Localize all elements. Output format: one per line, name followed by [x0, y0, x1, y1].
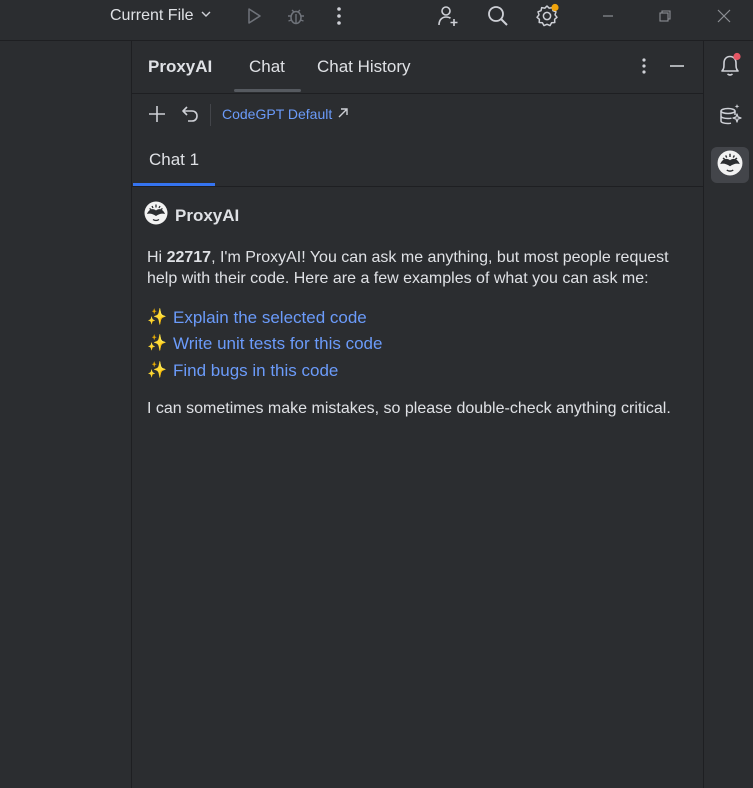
minimize-icon[interactable] [595, 3, 621, 29]
sparkles-icon: ✨ [147, 308, 167, 326]
plus-icon[interactable] [145, 102, 169, 126]
run-configuration-selector[interactable]: Current File [110, 5, 212, 27]
proxyai-icon [717, 150, 743, 181]
message-author: ProxyAI [175, 205, 240, 225]
notifications-icon [718, 52, 742, 83]
tool-window-header: ProxyAI Chat Chat History [132, 41, 703, 94]
message-header: ProxyAI [144, 201, 239, 230]
ai-assistant-button[interactable] [711, 98, 749, 134]
tool-window-title: ProxyAI [148, 57, 213, 76]
suggestion-label: Explain the selected code [173, 307, 367, 327]
message-body: Hi 22717, I'm ProxyAI! You can ask me an… [147, 247, 677, 419]
tab-chat[interactable]: Chat [249, 57, 285, 77]
proxyai-button[interactable] [711, 147, 749, 183]
greeting-rest: , I'm ProxyAI! You can ask me anything, … [147, 249, 669, 287]
suggestion-link[interactable]: ✨ Write unit tests for this code [147, 331, 677, 358]
chat-toolbar: CodeGPT Default [132, 94, 703, 136]
user-id: 22717 [166, 249, 212, 266]
chevron-down-icon [200, 7, 212, 25]
suggestion-link[interactable]: ✨ Explain the selected code [147, 304, 677, 331]
right-tool-strip [703, 41, 753, 788]
arrow-up-right-icon [337, 106, 349, 122]
proxyai-avatar-icon [144, 201, 168, 230]
toolbar-separator [210, 104, 211, 126]
title-bar: Current File [0, 0, 753, 41]
debug-icon[interactable] [283, 3, 309, 29]
proxyai-tool-window: ProxyAI Chat Chat History CodeGPT Defaul… [132, 41, 703, 788]
suggestion-list: ✨ Explain the selected code ✨ Write unit… [147, 304, 677, 384]
model-label: CodeGPT Default [222, 106, 333, 122]
search-icon[interactable] [485, 3, 511, 29]
sparkles-icon: ✨ [147, 361, 167, 379]
undo-icon[interactable] [178, 102, 202, 126]
sparkles-icon: ✨ [147, 335, 167, 353]
close-icon[interactable] [711, 3, 737, 29]
chat-session-tabs: Chat 1 [132, 136, 703, 187]
editor-area [0, 41, 132, 788]
more-vertical-icon[interactable] [326, 3, 352, 29]
ai-assistant-icon [718, 102, 742, 131]
suggestion-label: Find bugs in this code [173, 360, 339, 380]
tab-chat-underline [234, 89, 301, 92]
ide-window: Current File ProxyAI Chat Chat History C… [0, 0, 753, 788]
add-user-icon[interactable] [435, 3, 461, 29]
more-vertical-icon[interactable] [633, 55, 655, 77]
chat-content: ProxyAI Hi 22717, I'm ProxyAI! You can a… [132, 187, 703, 787]
restore-icon[interactable] [652, 3, 678, 29]
tab-chat-1-underline [133, 183, 215, 186]
settings-icon[interactable] [534, 3, 560, 29]
tab-chat-history[interactable]: Chat History [317, 57, 411, 77]
suggestion-label: Write unit tests for this code [173, 334, 383, 354]
disclaimer-text: I can sometimes make mistakes, so please… [147, 399, 671, 417]
tab-chat-1[interactable]: Chat 1 [149, 150, 199, 170]
run-icon[interactable] [241, 3, 267, 29]
notifications-button[interactable] [711, 49, 749, 85]
run-configuration-label: Current File [110, 7, 194, 24]
greeting-text: Hi 22717, I'm ProxyAI! You can ask me an… [147, 247, 677, 289]
greeting-prefix: Hi [147, 249, 167, 266]
suggestion-link[interactable]: ✨ Find bugs in this code [147, 357, 677, 384]
model-selector-link[interactable]: CodeGPT Default [222, 106, 349, 122]
hide-icon[interactable] [666, 55, 688, 77]
